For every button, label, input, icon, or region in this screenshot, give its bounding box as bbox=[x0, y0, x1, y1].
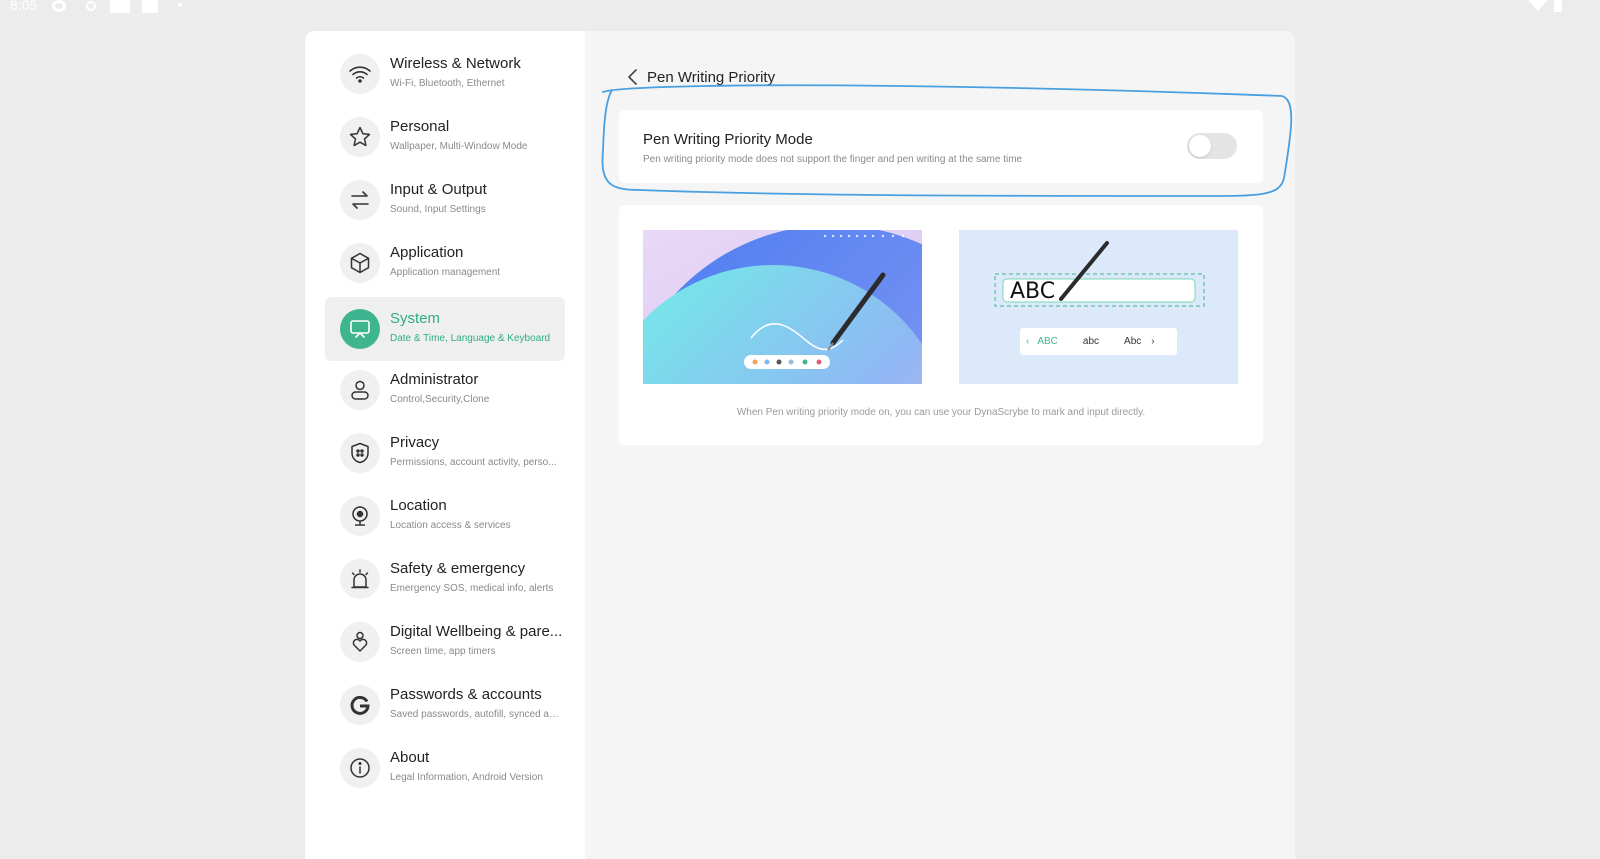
shield-icon bbox=[340, 433, 380, 473]
pen-priority-setting-card: Pen Writing Priority Mode Pen writing pr… bbox=[619, 110, 1263, 183]
sidebar-item-system[interactable]: System Date & Time, Language & Keyboard bbox=[325, 297, 565, 361]
chevron-left-icon: ‹ bbox=[1026, 336, 1030, 347]
sidebar-item-title: Wireless & Network bbox=[390, 55, 521, 72]
candidate-word: abc bbox=[1082, 336, 1100, 347]
sidebar-item-subtitle: Permissions, account activity, perso... bbox=[390, 457, 557, 468]
person-icon bbox=[340, 370, 380, 410]
settings-window: Wireless & Network Wi-Fi, Bluetooth, Eth… bbox=[305, 31, 1295, 859]
sidebar-item-title: Application bbox=[390, 244, 464, 261]
candidate-word: ABC bbox=[1037, 336, 1058, 347]
sidebar-item-location[interactable]: Location Location access & services bbox=[325, 484, 565, 548]
sidebar-item-title: Digital Wellbeing & pare... bbox=[390, 623, 563, 640]
heart-person-icon bbox=[340, 622, 380, 662]
sidebar-item-subtitle: Sound, Input Settings bbox=[390, 204, 486, 215]
alarm-light-icon bbox=[340, 559, 380, 599]
status-bar: 8:05 bbox=[0, 0, 1600, 14]
sidebar-item-subtitle: Legal Information, Android Version bbox=[390, 772, 543, 783]
chevron-right-icon: › bbox=[1151, 336, 1155, 347]
info-icon bbox=[340, 748, 380, 788]
notification-icon bbox=[110, 0, 130, 13]
sidebar-item-subtitle: Emergency SOS, medical info, alerts bbox=[390, 583, 554, 594]
sidebar-item-subtitle: Wallpaper, Multi-Window Mode bbox=[390, 141, 528, 152]
status-time: 8:05 bbox=[10, 0, 38, 13]
sidebar-item-subtitle: Application management bbox=[390, 267, 501, 278]
sidebar-item-application[interactable]: Application Application management bbox=[325, 231, 565, 295]
gear-notification-icon bbox=[86, 1, 96, 11]
sidebar-item-title: Safety & emergency bbox=[390, 560, 526, 577]
candidate-word: Abc bbox=[1124, 336, 1142, 347]
star-icon bbox=[340, 117, 380, 157]
sidebar-item-passwords-accounts[interactable]: Passwords & accounts Saved passwords, au… bbox=[325, 673, 565, 737]
sidebar-item-personal[interactable]: Personal Wallpaper, Multi-Window Mode bbox=[325, 105, 565, 169]
sidebar-item-subtitle: Wi-Fi, Bluetooth, Ethernet bbox=[390, 78, 505, 89]
sidebar-item-subtitle: Date & Time, Language & Keyboard bbox=[390, 333, 551, 344]
sidebar-item-title: Passwords & accounts bbox=[390, 686, 542, 703]
sidebar-item-privacy[interactable]: Privacy Permissions, account activity, p… bbox=[325, 421, 565, 485]
swap-arrows-icon bbox=[340, 180, 380, 220]
page-title: Pen Writing Priority bbox=[647, 69, 776, 86]
pen-priority-toggle[interactable] bbox=[1187, 133, 1237, 159]
handwritten-text: ABC bbox=[1010, 279, 1056, 304]
sidebar-item-subtitle: Control,Security,Clone bbox=[390, 394, 490, 405]
setting-title: Pen Writing Priority Mode bbox=[643, 131, 813, 148]
notification-icon bbox=[142, 0, 158, 13]
sidebar-item-title: Input & Output bbox=[390, 181, 487, 198]
wifi-icon bbox=[340, 54, 380, 94]
sidebar-item-safety-emergency[interactable]: Safety & emergency Emergency SOS, medica… bbox=[325, 547, 565, 611]
cube-icon bbox=[340, 243, 380, 283]
sidebar-item-about[interactable]: About Legal Information, Android Version bbox=[325, 736, 565, 800]
sidebar-item-title: Location bbox=[390, 497, 447, 514]
illustration-caption: When Pen writing priority mode on, you c… bbox=[736, 407, 1146, 418]
sidebar-item-title: Privacy bbox=[390, 434, 440, 451]
pen-input-illustration: ABC ‹ ABC abc Abc › bbox=[959, 230, 1238, 384]
battery-icon bbox=[1554, 0, 1562, 12]
setting-description: Pen writing priority mode does not suppo… bbox=[643, 154, 1023, 165]
wifi-signal-icon bbox=[1528, 0, 1548, 11]
sidebar-item-title: Personal bbox=[390, 118, 450, 135]
settings-sidebar: Wireless & Network Wi-Fi, Bluetooth, Eth… bbox=[305, 31, 585, 859]
illustration-card: ABC ‹ ABC abc Abc › When Pen writing pri… bbox=[619, 205, 1263, 445]
sidebar-item-subtitle: Screen time, app timers bbox=[390, 646, 496, 657]
settings-notification-icon bbox=[52, 0, 66, 12]
sidebar-item-input-output[interactable]: Input & Output Sound, Input Settings bbox=[325, 168, 565, 232]
sidebar-item-title: System bbox=[390, 310, 441, 327]
sidebar-item-wireless-network[interactable]: Wireless & Network Wi-Fi, Bluetooth, Eth… bbox=[325, 42, 565, 106]
sidebar-item-subtitle: Saved passwords, autofill, synced ac... bbox=[390, 709, 560, 720]
sidebar-item-title: About bbox=[390, 749, 430, 766]
settings-content: Pen Writing Priority Pen Writing Priorit… bbox=[585, 31, 1295, 859]
presentation-screen-icon bbox=[340, 309, 380, 349]
sidebar-item-digital-wellbeing[interactable]: Digital Wellbeing & pare... Screen time,… bbox=[325, 610, 565, 674]
location-pin-icon bbox=[340, 496, 380, 536]
back-arrow-icon[interactable] bbox=[625, 67, 641, 87]
sidebar-item-administrator[interactable]: Administrator Control,Security,Clone bbox=[325, 358, 565, 422]
google-g-icon bbox=[340, 685, 380, 725]
sidebar-item-title: Administrator bbox=[390, 371, 479, 388]
toggle-knob bbox=[1189, 135, 1211, 157]
sidebar-item-subtitle: Location access & services bbox=[390, 520, 511, 531]
pen-marking-illustration bbox=[643, 230, 922, 384]
more-notifications-icon bbox=[178, 3, 182, 7]
candidate-bar: ‹ ABC abc Abc › bbox=[1020, 328, 1177, 355]
